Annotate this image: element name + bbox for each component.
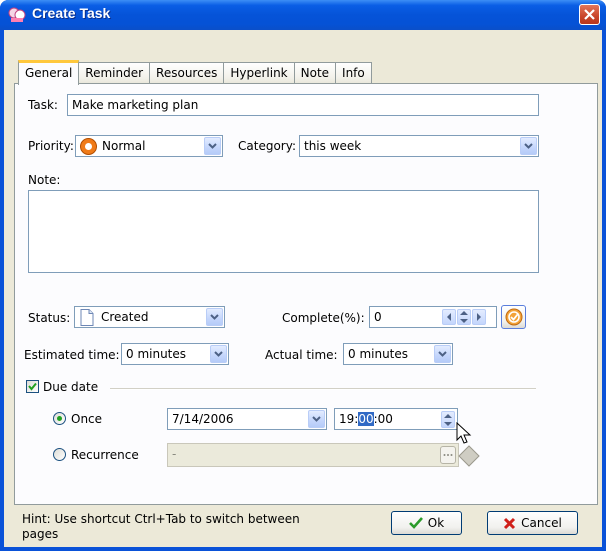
priority-select[interactable]: Normal [75, 135, 223, 157]
complete-label: Complete(%): [282, 311, 365, 325]
tab-general[interactable]: General [18, 60, 80, 85]
status-value: Created [101, 310, 149, 324]
time-minute-selected[interactable]: 00 [358, 412, 374, 426]
recurrence-label: Recurrence [71, 448, 139, 462]
tab-hyperlink[interactable]: Hyperlink [223, 62, 295, 84]
recurrence-input: - [167, 443, 459, 467]
status-select[interactable]: Created [74, 306, 225, 328]
cancel-x-icon [504, 517, 516, 529]
recurrence-diamond-icon [458, 445, 480, 467]
recurrence-value: - [172, 447, 177, 461]
task-input[interactable]: Make marketing plan [67, 94, 539, 116]
time-second: :00 [373, 412, 393, 426]
due-date-picker[interactable]: 7/14/2006 [167, 408, 327, 430]
task-label: Task: [28, 98, 58, 112]
document-icon [80, 309, 94, 326]
create-task-window: Create Task General Reminder Resources H… [0, 0, 606, 551]
estimated-time-label: Estimated time: [24, 348, 120, 362]
close-icon [584, 9, 595, 20]
chevron-down-icon [438, 351, 447, 357]
category-select[interactable]: this week [299, 135, 539, 157]
actual-time-dropdown-button[interactable] [434, 345, 451, 363]
complete-check-icon [505, 308, 522, 326]
hint-line-1: Hint: Use shortcut Ctrl+Tab to switch be… [22, 512, 300, 526]
note-label: Note: [28, 173, 61, 187]
cancel-label: Cancel [521, 516, 562, 530]
tab-reminder[interactable]: Reminder [78, 62, 151, 84]
complete-value: 0 [374, 310, 382, 324]
date-dropdown-button[interactable] [308, 410, 325, 428]
due-time-input[interactable]: 19:00:00 [334, 408, 458, 430]
actual-time-label: Actual time: [265, 348, 338, 362]
close-button[interactable] [579, 4, 600, 25]
priority-dropdown-button[interactable] [204, 137, 221, 155]
hint-line-2: pages [22, 527, 59, 541]
tab-note[interactable]: Note [293, 62, 337, 84]
status-dropdown-button[interactable] [206, 308, 223, 326]
spin-arrows-icon [460, 311, 468, 323]
dialog-client-area: General Reminder Resources Hyperlink Not… [4, 30, 602, 547]
cancel-button[interactable]: Cancel [487, 511, 578, 535]
actual-time-select[interactable]: 0 minutes [343, 343, 453, 365]
title-bar[interactable]: Create Task [0, 0, 606, 30]
due-date-label: Due date [43, 380, 99, 394]
ok-label: Ok [427, 516, 445, 530]
priority-normal-icon [80, 138, 97, 155]
estimated-time-select[interactable]: 0 minutes [121, 343, 229, 365]
chevron-down-icon [312, 416, 321, 422]
chevron-down-icon [210, 314, 219, 320]
ellipsis-icon [443, 454, 453, 456]
tab-strip: General Reminder Resources Hyperlink Not… [18, 60, 372, 85]
chevron-right-icon [477, 313, 481, 321]
time-hour: 19: [339, 412, 359, 426]
ok-button[interactable]: Ok [391, 511, 462, 535]
chevron-down-icon [208, 143, 217, 149]
chevron-down-icon [524, 143, 533, 149]
complete-decrease-button[interactable] [442, 309, 456, 325]
chevron-left-icon [447, 313, 451, 321]
priority-label: Priority: [28, 139, 74, 153]
due-date-divider [110, 388, 536, 390]
priority-value: Normal [102, 139, 146, 153]
window-bottom-border [0, 547, 606, 551]
due-date-value: 7/14/2006 [172, 412, 234, 426]
time-spin-button[interactable] [441, 411, 455, 428]
chevron-down-icon [214, 351, 223, 357]
recurrence-radio[interactable] [53, 448, 66, 461]
radio-selected-dot [57, 416, 62, 421]
checkmark-icon [408, 517, 423, 529]
hint-text: Hint: Use shortcut Ctrl+Tab to switch be… [22, 512, 322, 542]
general-tab-page: Task: Make marketing plan Priority: Norm… [14, 83, 598, 505]
category-value: this week [304, 139, 362, 153]
complete-spin-button[interactable] [457, 309, 471, 325]
spin-arrows-icon [444, 413, 452, 426]
estimated-time-dropdown-button[interactable] [210, 345, 227, 363]
checkmark-icon [28, 382, 37, 391]
tab-resources[interactable]: Resources [149, 62, 225, 84]
recurrence-browse-button [440, 446, 456, 464]
once-label: Once [71, 412, 103, 426]
complete-increase-button[interactable] [472, 309, 486, 325]
due-date-checkbox[interactable] [26, 380, 39, 393]
estimated-time-value: 0 minutes [126, 347, 187, 361]
note-textarea[interactable] [28, 190, 539, 273]
actual-time-value: 0 minutes [348, 347, 409, 361]
category-label: Category: [238, 139, 296, 153]
tab-info[interactable]: Info [335, 62, 372, 84]
task-app-icon [8, 7, 26, 22]
category-dropdown-button[interactable] [520, 137, 537, 155]
mark-complete-button[interactable] [501, 305, 526, 329]
window-title: Create Task [32, 5, 111, 21]
status-label: Status: [28, 311, 71, 325]
once-radio[interactable] [53, 412, 66, 425]
